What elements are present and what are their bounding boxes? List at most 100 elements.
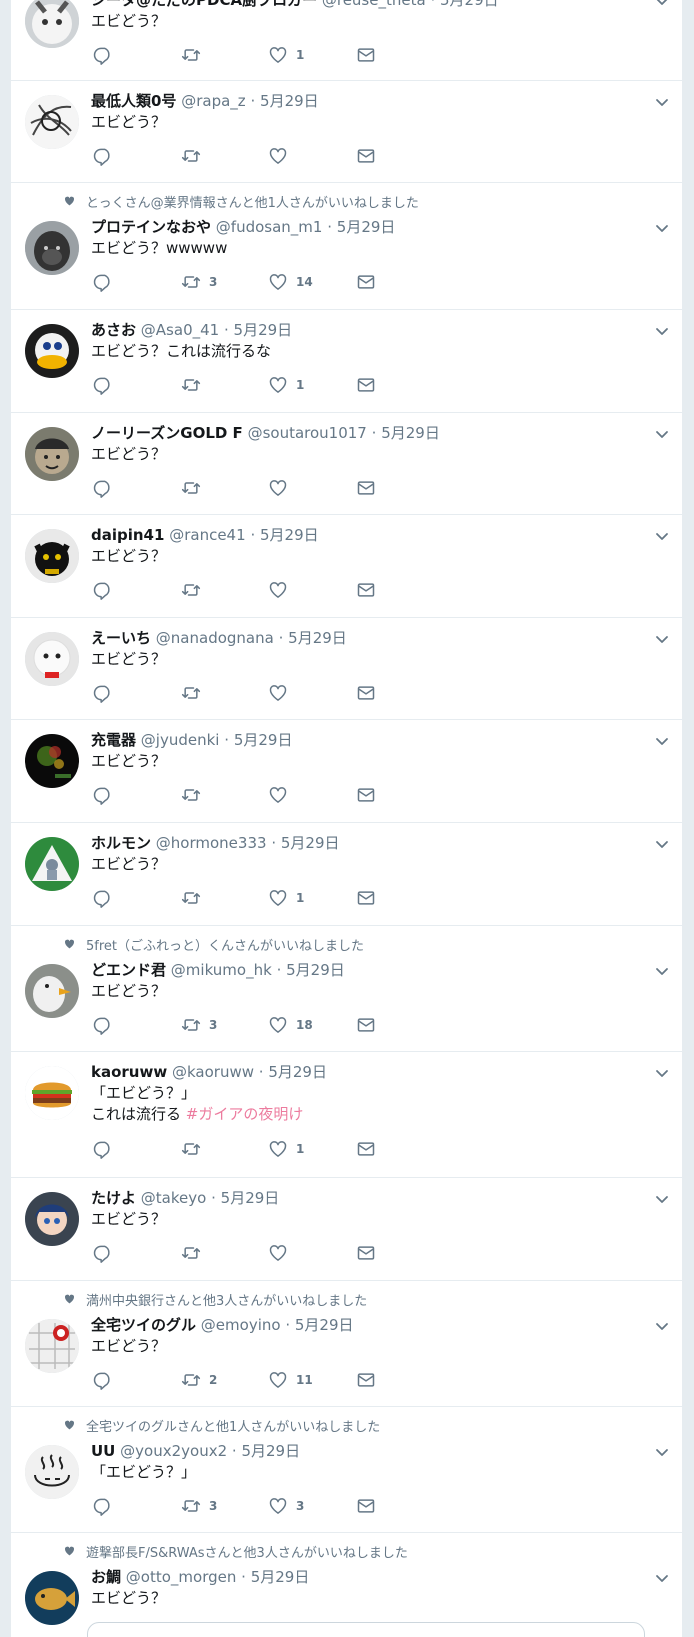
display-name[interactable]: kaoruww bbox=[91, 1063, 167, 1081]
direct-message-button[interactable] bbox=[356, 1370, 376, 1390]
reply-button[interactable] bbox=[93, 888, 113, 908]
like-button[interactable] bbox=[268, 683, 296, 703]
reply-button[interactable] bbox=[93, 146, 113, 166]
more-options-caret-icon[interactable] bbox=[654, 836, 670, 852]
display-name[interactable]: えーいち bbox=[91, 629, 151, 647]
direct-message-button[interactable] bbox=[356, 1139, 376, 1159]
avatar[interactable] bbox=[25, 837, 79, 891]
timestamp[interactable]: 5月29日 bbox=[260, 526, 319, 544]
reply-button[interactable] bbox=[93, 45, 113, 65]
username[interactable]: @hormone333 bbox=[156, 834, 267, 852]
retweet-button[interactable] bbox=[181, 1243, 209, 1263]
tweet-item[interactable]: えーいち @nanadognana · 5月29日 エビどう？ bbox=[11, 618, 682, 720]
display-name[interactable]: 最低人類0号 bbox=[91, 92, 176, 110]
more-options-caret-icon[interactable] bbox=[654, 631, 670, 647]
tweet-item[interactable]: 全宅ツイのグルさんと他1人さんがいいねしました UU @youx2youx2 ·… bbox=[11, 1407, 682, 1533]
more-options-caret-icon[interactable] bbox=[654, 94, 670, 110]
avatar[interactable] bbox=[25, 734, 79, 788]
display-name[interactable]: プロテインなおや bbox=[91, 218, 211, 236]
hashtag-link[interactable]: #ガイアの夜明け bbox=[186, 1105, 304, 1123]
username[interactable]: @jyudenki bbox=[141, 731, 220, 749]
avatar[interactable] bbox=[25, 1445, 79, 1499]
like-button[interactable]: 11 bbox=[268, 1370, 313, 1390]
reply-button[interactable] bbox=[93, 375, 113, 395]
tweet-item[interactable]: シータ@ただのPDCA厨ブロガー @reuse_theta · 5月29日 エビ… bbox=[11, 0, 682, 81]
like-button[interactable]: 1 bbox=[268, 375, 304, 395]
direct-message-button[interactable] bbox=[356, 375, 376, 395]
direct-message-button[interactable] bbox=[356, 45, 376, 65]
more-options-caret-icon[interactable] bbox=[654, 0, 670, 9]
timestamp[interactable]: 5月29日 bbox=[234, 731, 293, 749]
timestamp[interactable]: 5月29日 bbox=[288, 629, 347, 647]
display-name[interactable]: シータ@ただのPDCA厨ブロガー bbox=[91, 0, 317, 9]
direct-message-button[interactable] bbox=[356, 785, 376, 805]
direct-message-button[interactable] bbox=[356, 478, 376, 498]
display-name[interactable]: ホルモン bbox=[91, 834, 151, 852]
username[interactable]: @rapa_z bbox=[181, 92, 245, 110]
like-button[interactable]: 1 bbox=[268, 888, 304, 908]
avatar[interactable] bbox=[25, 95, 79, 149]
display-name[interactable]: お鯛 bbox=[91, 1568, 121, 1586]
tweet-item[interactable]: 最低人類0号 @rapa_z · 5月29日 エビどう？ bbox=[11, 81, 682, 183]
username[interactable]: @takeyo bbox=[141, 1189, 207, 1207]
retweet-button[interactable]: 3 bbox=[181, 272, 217, 292]
tweet-item[interactable]: あさお @Asa0_41 · 5月29日 エビどう？これは流行るな 1 bbox=[11, 310, 682, 413]
username[interactable]: @youx2youx2 bbox=[120, 1442, 227, 1460]
display-name[interactable]: 全宅ツイのグル bbox=[91, 1316, 196, 1334]
like-button[interactable] bbox=[268, 146, 296, 166]
retweet-button[interactable]: 3 bbox=[181, 1496, 217, 1516]
more-options-caret-icon[interactable] bbox=[654, 963, 670, 979]
username[interactable]: @mikumo_hk bbox=[171, 961, 272, 979]
retweet-button[interactable] bbox=[181, 888, 209, 908]
like-button[interactable]: 18 bbox=[268, 1015, 313, 1035]
more-options-caret-icon[interactable] bbox=[654, 1065, 670, 1081]
timestamp[interactable]: 5月29日 bbox=[241, 1442, 300, 1460]
retweet-button[interactable] bbox=[181, 683, 209, 703]
retweet-button[interactable] bbox=[181, 45, 209, 65]
like-button[interactable] bbox=[268, 580, 296, 600]
timestamp[interactable]: 5月29日 bbox=[251, 1568, 310, 1586]
username[interactable]: @emoyino bbox=[201, 1316, 281, 1334]
reply-button[interactable] bbox=[93, 1243, 113, 1263]
reply-button[interactable] bbox=[93, 1015, 113, 1035]
avatar[interactable] bbox=[25, 1066, 79, 1120]
retweet-button[interactable] bbox=[181, 580, 209, 600]
more-options-caret-icon[interactable] bbox=[654, 323, 670, 339]
avatar[interactable] bbox=[25, 1319, 79, 1373]
timestamp[interactable]: 5月29日 bbox=[381, 424, 440, 442]
retweet-button[interactable]: 2 bbox=[181, 1370, 217, 1390]
display-name[interactable]: daipin41 bbox=[91, 526, 164, 544]
reply-button[interactable] bbox=[93, 272, 113, 292]
avatar[interactable] bbox=[25, 1192, 79, 1246]
avatar[interactable] bbox=[25, 1571, 79, 1625]
direct-message-button[interactable] bbox=[356, 272, 376, 292]
username[interactable]: @rance41 bbox=[169, 526, 245, 544]
like-button[interactable] bbox=[268, 785, 296, 805]
like-button[interactable]: 1 bbox=[268, 1139, 304, 1159]
reply-button[interactable] bbox=[93, 683, 113, 703]
more-options-caret-icon[interactable] bbox=[654, 426, 670, 442]
username[interactable]: @reuse_theta bbox=[322, 0, 426, 9]
reply-button[interactable] bbox=[93, 580, 113, 600]
tweet-item[interactable]: たけよ @takeyo · 5月29日 エビどう？ bbox=[11, 1178, 682, 1281]
avatar[interactable] bbox=[25, 632, 79, 686]
direct-message-button[interactable] bbox=[356, 888, 376, 908]
retweet-button[interactable]: 3 bbox=[181, 1015, 217, 1035]
more-options-caret-icon[interactable] bbox=[654, 1191, 670, 1207]
timestamp[interactable]: 5月29日 bbox=[281, 834, 340, 852]
tweet-item[interactable]: とっくさん@業界情報さんと他1人さんがいいねしました プロテインなおや @fud… bbox=[11, 183, 682, 310]
retweet-button[interactable] bbox=[181, 785, 209, 805]
more-options-caret-icon[interactable] bbox=[654, 1570, 670, 1586]
username[interactable]: @nanadognana bbox=[156, 629, 274, 647]
tweet-item[interactable]: ノーリーズンGOLD F @soutarou1017 · 5月29日 エビどう？ bbox=[11, 413, 682, 515]
timestamp[interactable]: 5月29日 bbox=[234, 321, 293, 339]
avatar[interactable] bbox=[25, 964, 79, 1018]
display-name[interactable]: たけよ bbox=[91, 1189, 136, 1207]
more-options-caret-icon[interactable] bbox=[654, 733, 670, 749]
more-options-caret-icon[interactable] bbox=[654, 220, 670, 236]
tweet-item[interactable]: kaoruww @kaoruww · 5月29日 「エビどう？」 これは流行る #… bbox=[11, 1052, 682, 1178]
timestamp[interactable]: 5月29日 bbox=[221, 1189, 280, 1207]
reply-button[interactable] bbox=[93, 1496, 113, 1516]
timestamp[interactable]: 5月29日 bbox=[337, 218, 396, 236]
avatar[interactable] bbox=[25, 427, 79, 481]
